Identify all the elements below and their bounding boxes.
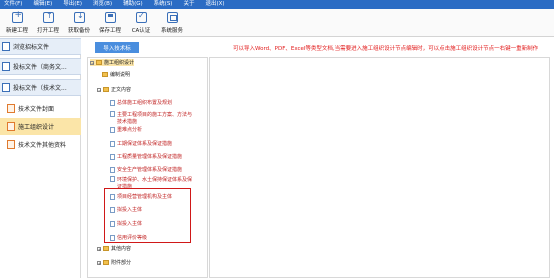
highlight-box (104, 188, 191, 243)
sidebar-item-bid-business[interactable]: 投标文件（商务文... (0, 58, 81, 75)
sidebar-item-browse[interactable]: 浏览招标文件 (0, 38, 81, 55)
menu-bar: 文件(F) 编辑(E) 导出(E) 浏览(B) 辅助(G) 系统(S) 关于 退… (0, 0, 554, 9)
menu-about[interactable]: 关于 (183, 0, 194, 9)
sidebar-item-tech-other[interactable]: 技术文件其他资料 (0, 136, 81, 153)
document-icon (2, 42, 10, 51)
system-service-button[interactable]: 系统服务 (158, 9, 186, 35)
document-icon (110, 166, 115, 173)
sidebar-item-label: 技术文件封面 (18, 106, 55, 113)
menu-system[interactable]: 系统(S) (154, 0, 173, 9)
page-icon (7, 140, 15, 149)
tree-node-label: 施工组织设计 (104, 60, 135, 66)
menu-file[interactable]: 文件(F) (4, 0, 22, 9)
sidebar-item-label: 技术文件其他资料 (18, 142, 67, 149)
folder-icon (96, 60, 102, 65)
menu-export[interactable]: 导出(E) (63, 0, 82, 9)
certificate-icon (135, 11, 147, 23)
tree-node-root[interactable]: − 施工组织设计 (90, 59, 135, 66)
sidebar-item-construction-design[interactable]: 施工组织设计 (0, 118, 81, 135)
system-service-label: 系统服务 (160, 28, 183, 34)
expand-icon[interactable]: + (97, 260, 101, 265)
document-icon (2, 62, 10, 71)
new-project-label: 新建工程 (5, 28, 28, 34)
tree-node-item[interactable]: 主要工程项目的施工方案、方法与技术措施 (110, 111, 196, 125)
expand-icon[interactable]: + (97, 246, 101, 251)
tree-node-item[interactable]: 工程质量管理体系及保证措施 (110, 153, 182, 160)
new-file-icon (11, 10, 23, 23)
save-project-label: 保存工程 (98, 28, 121, 34)
open-file-icon (42, 11, 54, 23)
sidebar-item-label: 施工组织设计 (18, 124, 55, 131)
sidebar: 浏览招标文件 投标文件（商务文... 投标文件（技术文... 技术文件封面 施工… (0, 38, 81, 278)
folder-icon (103, 87, 109, 92)
instruction-notice: 可以导入Word、PDF、Excel等类型文档,当需要进入施工组织设计节点编辑时… (233, 46, 539, 52)
import-tech-bid-button[interactable]: 导入技术标 (95, 42, 139, 53)
folder-icon (103, 246, 109, 251)
tree-node-item[interactable]: 重难点分析 (110, 126, 142, 133)
new-project-button[interactable]: 新建工程 (3, 9, 31, 35)
document-icon (110, 153, 115, 160)
tree-node-item[interactable]: 总体施工组织布置及规划 (110, 99, 172, 106)
editor-panel[interactable] (209, 57, 550, 278)
document-icon (110, 99, 115, 106)
tree-node-label: 附件部分 (111, 260, 132, 266)
tree-node-label: 正文内容 (111, 87, 132, 93)
collapse-icon[interactable]: − (97, 87, 101, 92)
sidebar-item-bid-tech[interactable]: 投标文件（技术文... (0, 79, 81, 96)
toolbar: 新建工程 打开工程 获取备份 保存工程 CA认证 系统服务 (0, 9, 554, 37)
monitor-icon (166, 12, 178, 23)
menu-browse[interactable]: 浏览(B) (93, 0, 112, 9)
sidebar-item-label: 投标文件（技术文... (13, 85, 67, 92)
sidebar-item-label: 投标文件（商务文... (13, 64, 67, 71)
tree-node-body[interactable]: − 正文内容 (97, 86, 131, 93)
backup-icon (73, 11, 85, 23)
fetch-backup-label: 获取备份 (67, 28, 90, 34)
tree-node-compile[interactable]: 编制说明 (102, 71, 130, 78)
page-icon (7, 122, 15, 131)
tree-node-label: 重难点分析 (117, 127, 143, 133)
document-icon (110, 126, 115, 133)
collapse-icon[interactable]: − (90, 60, 94, 65)
fetch-backup-button[interactable]: 获取备份 (65, 9, 93, 35)
tree-node-label: 工程质量管理体系及保证措施 (117, 154, 183, 160)
sidebar-item-tech-cover[interactable]: 技术文件封面 (0, 100, 81, 117)
tree-node-label: 其他内容 (111, 246, 132, 252)
menu-assist[interactable]: 辅助(G) (123, 0, 143, 9)
tree-node-item[interactable]: 安全生产管理体系及保证措施 (110, 166, 182, 173)
tree-node-attachment[interactable]: + 附件部分 (97, 259, 131, 266)
menu-exit[interactable]: 退出(X) (205, 0, 224, 9)
ca-auth-button[interactable]: CA认证 (127, 9, 155, 35)
sidebar-item-label: 浏览招标文件 (13, 44, 50, 51)
document-icon (110, 176, 115, 182)
document-icon (110, 111, 115, 117)
folder-icon (102, 72, 108, 77)
menu-edit[interactable]: 编辑(E) (33, 0, 52, 9)
tree-node-item[interactable]: 工期保证体系及保证措施 (110, 140, 172, 147)
document-icon (2, 83, 10, 92)
tree-node-label: 编制说明 (110, 72, 131, 78)
tree-node-label: 主要工程项目的施工方案、方法与技术措施 (117, 112, 193, 125)
save-project-button[interactable]: 保存工程 (96, 9, 124, 35)
save-icon (104, 12, 116, 23)
page-icon (7, 104, 15, 113)
ca-auth-label: CA认证 (131, 28, 151, 34)
tree-node-label: 安全生产管理体系及保证措施 (117, 167, 183, 173)
tree-node-label: 总体施工组织布置及规划 (117, 100, 173, 106)
tree-node-label: 工期保证体系及保证措施 (117, 141, 173, 147)
document-icon (110, 140, 115, 147)
open-project-button[interactable]: 打开工程 (34, 9, 62, 35)
folder-icon (103, 260, 109, 265)
tree-node-other[interactable]: + 其他内容 (97, 245, 131, 252)
open-project-label: 打开工程 (36, 28, 59, 34)
